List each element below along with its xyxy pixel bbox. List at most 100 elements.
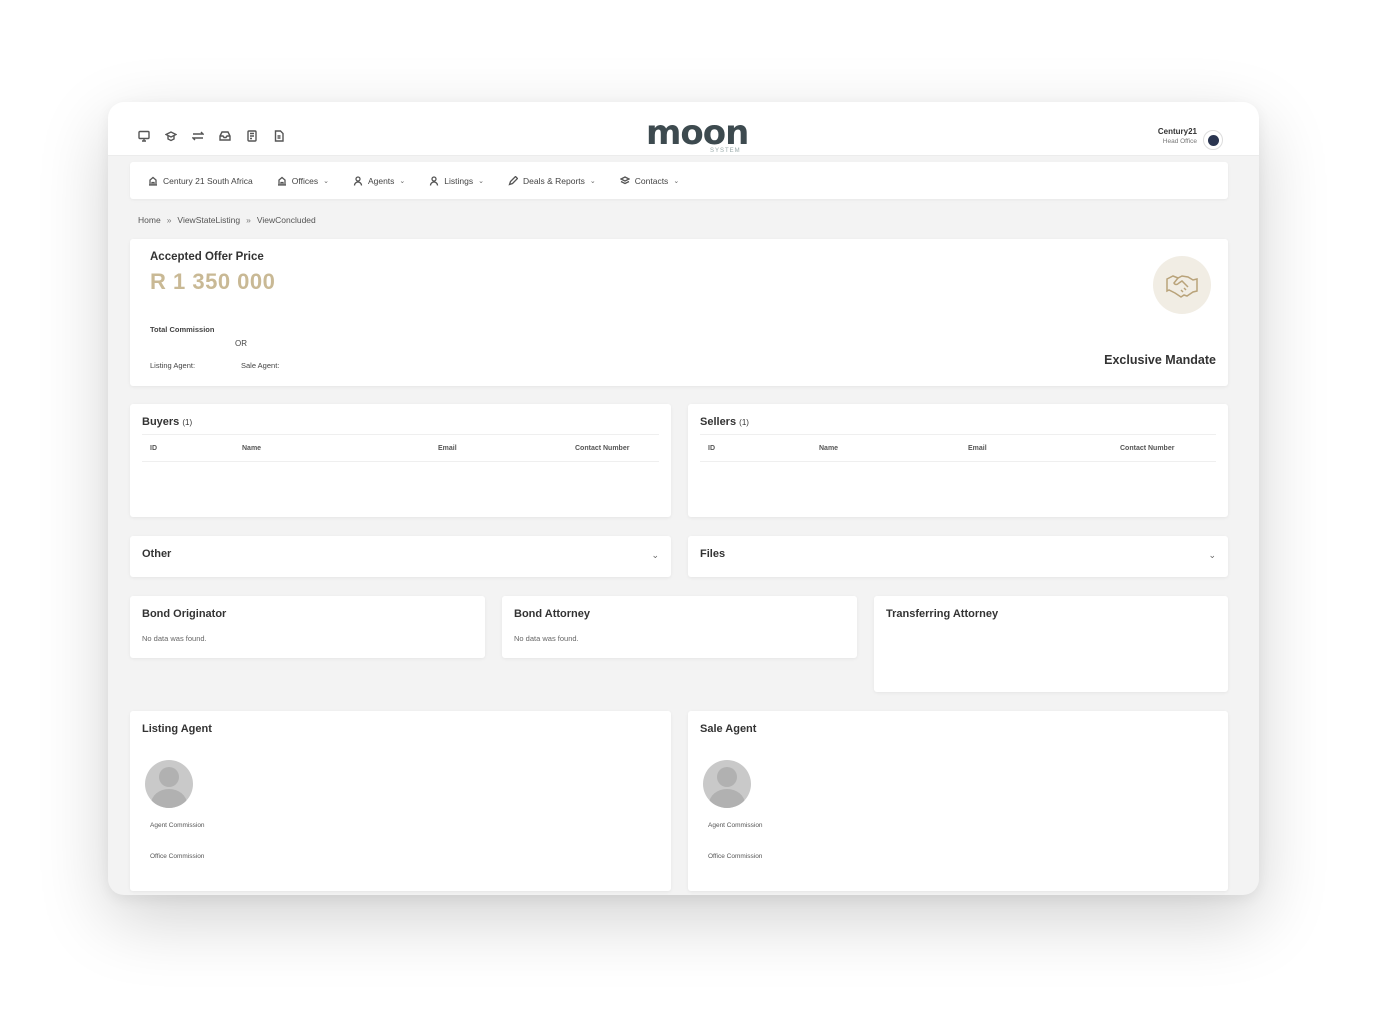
empty-state-text: No data was found.	[142, 634, 207, 643]
column-id[interactable]: ID	[708, 445, 715, 452]
buyers-title-text: Buyers	[142, 416, 180, 428]
other-title: Other	[142, 548, 172, 560]
nav-item-offices[interactable]: Offices ⌄	[277, 176, 329, 186]
column-email[interactable]: Email	[438, 445, 457, 452]
nav-item-agents[interactable]: Agents ⌄	[353, 176, 405, 186]
user-icon	[430, 175, 439, 186]
org-subtitle: Head Office	[1162, 138, 1197, 145]
layers-icon	[619, 175, 630, 184]
nav-item-contacts[interactable]: Contacts ⌄	[619, 175, 679, 186]
agent-commission-label: Agent Commission	[708, 822, 763, 829]
nav-item-label: Century 21 South Africa	[163, 175, 253, 186]
building-icon	[149, 176, 157, 186]
pencil-icon	[508, 175, 518, 186]
breadcrumb-viewconcluded: ViewConcluded	[256, 215, 316, 225]
chevron-down-icon: ⌄	[589, 177, 596, 185]
org-avatar[interactable]	[1203, 130, 1223, 150]
main-nav: Century 21 South Africa Offices ⌄ Agents…	[130, 162, 1228, 199]
top-icon-bar	[137, 129, 285, 142]
sale-agent-label: Sale Agent:	[241, 361, 280, 370]
buyers-count: (1)	[182, 418, 193, 427]
buyers-card: Buyers (1) ID Name Email Contact Number	[130, 404, 671, 517]
book-icon[interactable]	[245, 129, 258, 142]
breadcrumb-home[interactable]: Home	[138, 215, 161, 225]
column-contact-number[interactable]: Contact Number	[1120, 445, 1174, 452]
column-email[interactable]: Email	[968, 445, 987, 452]
sale-agent-title: Sale Agent	[700, 723, 757, 735]
chevron-down-icon[interactable]: ⌄	[1208, 550, 1216, 561]
offer-title: Accepted Offer Price	[150, 251, 264, 263]
offer-summary-card: Accepted Offer Price R 1 350 000 Total C…	[130, 239, 1228, 386]
column-name[interactable]: Name	[242, 445, 261, 452]
bond-originator-card: Bond Originator No data was found.	[130, 596, 485, 658]
breadcrumb-separator: »	[246, 215, 251, 225]
nav-item-label: Agents	[367, 175, 395, 186]
files-title: Files	[700, 548, 726, 560]
nav-item-century21-south-africa[interactable]: Century 21 South Africa	[148, 176, 253, 186]
buyers-table-header: ID Name Email Contact Number	[142, 434, 659, 462]
app-window: moon SYSTEM Century21 Head Office Centur…	[108, 102, 1259, 895]
nav-item-deals-reports[interactable]: Deals & Reports ⌄	[508, 175, 596, 186]
nav-item-listings[interactable]: Listings ⌄	[429, 176, 484, 186]
column-id[interactable]: ID	[150, 445, 157, 452]
transferring-attorney-title: Transferring Attorney	[886, 608, 999, 620]
century21-seal-icon	[1207, 134, 1219, 146]
nav-item-label: Offices	[291, 175, 319, 186]
top-bar: moon SYSTEM Century21 Head Office	[108, 102, 1259, 156]
office-commission-label: Office Commission	[150, 853, 205, 860]
avatar-head	[159, 767, 179, 787]
sellers-card: Sellers (1) ID Name Email Contact Number	[688, 404, 1228, 517]
files-section[interactable]: Files ⌄	[688, 536, 1228, 577]
sale-agent-card: Sale Agent Agent Commission Office Commi…	[688, 711, 1228, 891]
moon-logo[interactable]: moon SYSTEM	[646, 113, 749, 158]
sellers-table-header: ID Name Email Contact Number	[700, 434, 1216, 462]
breadcrumb: Home » ViewStateListing » ViewConcluded	[138, 215, 316, 225]
org-info[interactable]: Century21 Head Office	[1158, 127, 1197, 145]
column-name[interactable]: Name	[819, 445, 838, 452]
document-icon[interactable]	[272, 129, 285, 142]
offer-price: R 1 350 000	[150, 269, 276, 294]
mandate-type: Exclusive Mandate	[1104, 353, 1216, 367]
column-contact-number[interactable]: Contact Number	[575, 445, 629, 452]
avatar[interactable]	[703, 760, 751, 808]
sellers-count: (1)	[739, 418, 749, 427]
or-label: OR	[235, 339, 247, 348]
chevron-down-icon: ⌄	[478, 177, 484, 185]
listing-agent-title: Listing Agent	[142, 723, 212, 735]
sellers-title-text: Sellers	[700, 416, 737, 428]
chevron-down-icon: ⌄	[399, 177, 406, 185]
breadcrumb-separator: »	[166, 215, 172, 225]
listing-agent-label: Listing Agent:	[150, 361, 196, 370]
sellers-title: Sellers (1)	[700, 416, 749, 428]
transfer-arrows-icon[interactable]	[191, 129, 204, 142]
logo-subtitle: SYSTEM	[710, 148, 741, 154]
listing-agent-card: Listing Agent Agent Commission Office Co…	[130, 711, 671, 891]
chevron-down-icon: ⌄	[323, 177, 329, 185]
handshake-icon	[1153, 256, 1211, 314]
bond-attorney-card: Bond Attorney No data was found.	[502, 596, 857, 658]
nav-item-label: Deals & Reports	[523, 175, 585, 186]
transferring-attorney-card: Transferring Attorney	[874, 596, 1228, 692]
office-commission-label: Office Commission	[708, 853, 763, 860]
avatar[interactable]	[145, 760, 193, 808]
avatar-body	[709, 789, 745, 808]
total-commission-label: Total Commission	[150, 325, 215, 334]
nav-item-label: Listings	[444, 175, 474, 186]
agent-commission-label: Agent Commission	[150, 822, 205, 829]
bond-originator-title: Bond Originator	[142, 608, 227, 620]
user-icon	[353, 175, 363, 186]
buyers-title: Buyers (1)	[142, 416, 192, 428]
other-section[interactable]: Other ⌄	[130, 536, 671, 577]
bond-attorney-title: Bond Attorney	[514, 608, 590, 620]
empty-state-text: No data was found.	[514, 634, 579, 643]
nav-item-label: Contacts	[634, 175, 669, 186]
org-name: Century21	[1157, 127, 1197, 136]
graduation-cap-icon[interactable]	[164, 129, 177, 142]
logo-text: moon	[646, 113, 749, 153]
inbox-icon[interactable]	[218, 129, 231, 142]
chevron-down-icon[interactable]: ⌄	[651, 550, 659, 561]
breadcrumb-viewstatelisting[interactable]: ViewStateListing	[177, 215, 240, 225]
avatar-head	[717, 767, 737, 787]
monitor-icon[interactable]	[137, 129, 150, 142]
avatar-body	[151, 789, 187, 808]
